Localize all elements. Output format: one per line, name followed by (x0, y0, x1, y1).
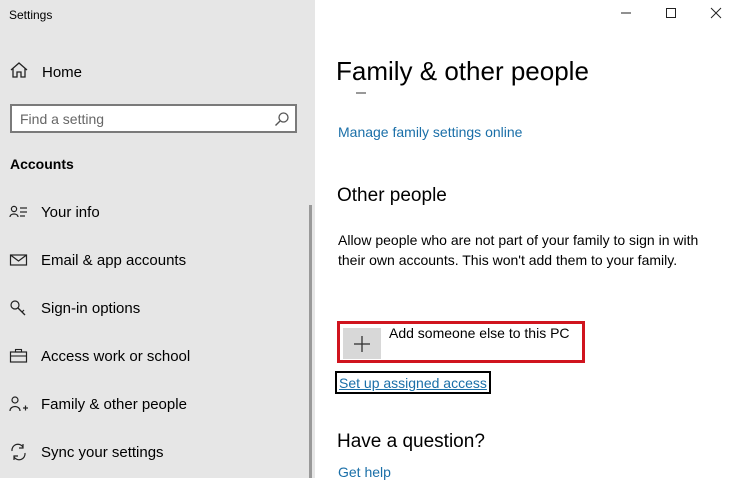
sidebar-item-email-accounts[interactable]: Email & app accounts (9, 245, 309, 275)
sidebar-item-access-work-school[interactable]: Access work or school (9, 341, 309, 371)
sidebar-item-your-info[interactable]: Your info (9, 197, 309, 227)
minimize-button[interactable] (606, 0, 646, 30)
person-card-icon (9, 204, 31, 220)
sidebar-item-label: Family & other people (41, 395, 187, 413)
other-people-description: Allow people who are not part of your fa… (338, 232, 699, 268)
key-icon (9, 299, 31, 317)
have-a-question-heading: Have a question? (337, 431, 485, 452)
sidebar-item-label: Sign-in options (41, 299, 141, 317)
search-input[interactable] (20, 110, 260, 128)
sidebar-item-sync-settings[interactable]: Sync your settings (9, 437, 309, 467)
add-someone-else-button[interactable]: Add someone else to this PC (337, 321, 585, 363)
manage-family-settings-link[interactable]: Manage family settings online (338, 124, 522, 140)
add-someone-else-label: Add someone else to this PC (389, 325, 570, 341)
minimize-icon (620, 6, 632, 24)
close-icon (710, 6, 722, 24)
people-add-icon (9, 395, 31, 413)
home-label: Home (42, 63, 83, 81)
sidebar-scrollbar[interactable] (309, 205, 312, 478)
assigned-access-label: Set up assigned access (339, 374, 487, 391)
page-title: Family & other people (336, 56, 589, 86)
search-icon[interactable] (274, 111, 290, 132)
sidebar-item-label: Access work or school (41, 347, 191, 365)
sidebar-item-label: Your info (41, 203, 100, 221)
sync-icon (9, 443, 31, 461)
sidebar: Settings Home Accounts Your info Email &… (0, 0, 315, 478)
search-box[interactable] (10, 104, 297, 133)
sidebar-item-sign-in-options[interactable]: Sign-in options (9, 293, 309, 323)
home-nav-item[interactable]: Home (9, 58, 82, 86)
maximize-icon (665, 6, 677, 24)
sidebar-item-family-other-people[interactable]: Family & other people (9, 389, 309, 419)
mail-icon (9, 252, 31, 268)
briefcase-icon (9, 348, 31, 364)
section-title-accounts: Accounts (10, 156, 74, 172)
maximize-button[interactable] (651, 0, 691, 30)
sidebar-item-label: Sync your settings (41, 443, 164, 461)
close-button[interactable] (696, 0, 736, 30)
assigned-access-link[interactable]: Set up assigned access (335, 371, 491, 394)
plus-icon (343, 328, 381, 359)
home-icon (9, 61, 29, 84)
truncated-content-fragment (356, 92, 366, 94)
sidebar-item-label: Email & app accounts (41, 251, 187, 269)
other-people-heading: Other people (337, 185, 447, 206)
window-title: Settings (9, 8, 53, 22)
